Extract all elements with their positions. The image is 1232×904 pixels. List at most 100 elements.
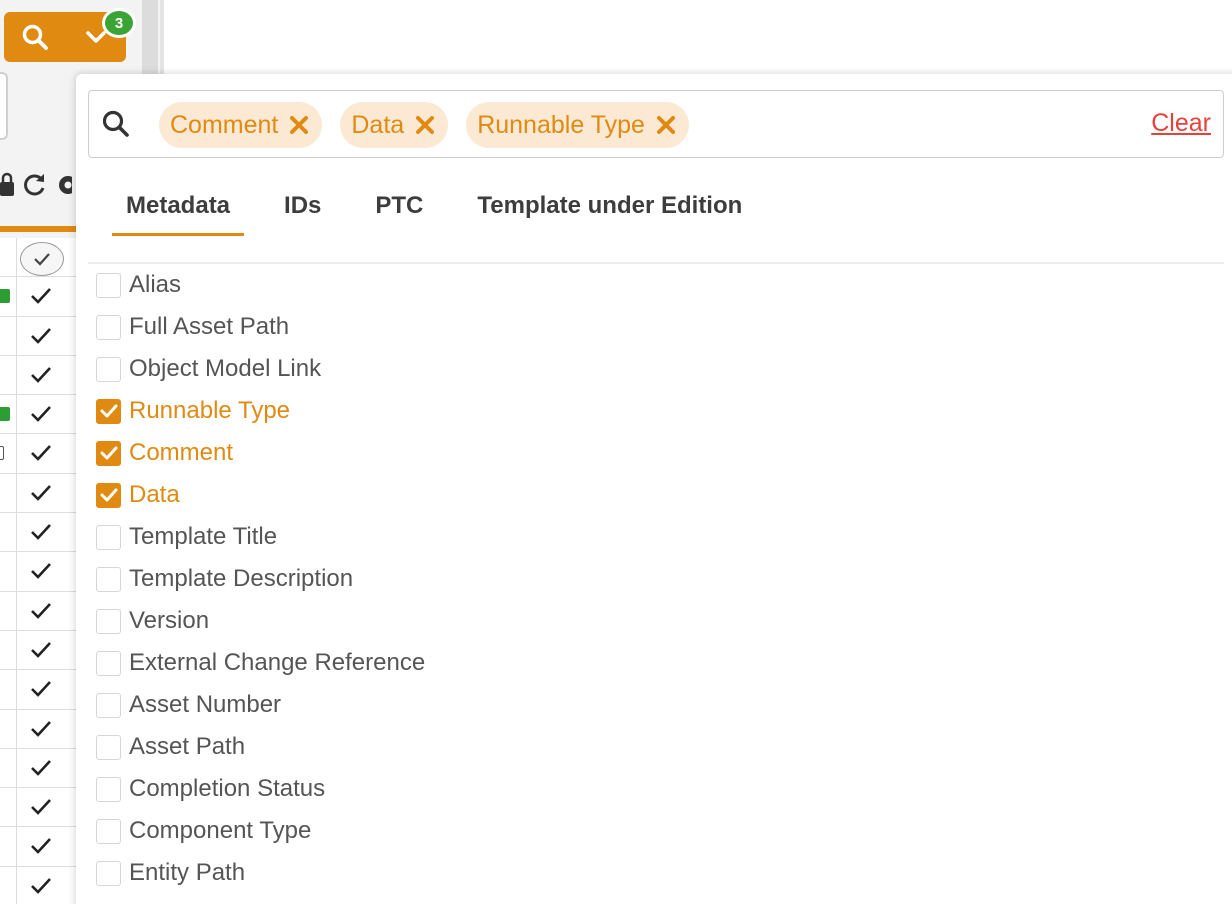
document-icon [0,446,4,461]
tab-ptc[interactable]: PTC [361,184,437,236]
chip-remove-button[interactable] [290,116,309,134]
column-option[interactable]: Object Model Link [96,348,425,390]
table-row[interactable] [0,434,80,474]
gear-icon[interactable] [54,171,72,199]
column-option[interactable]: Completion Status [96,768,425,810]
search-button[interactable] [4,12,65,62]
tab-metadata[interactable]: Metadata [112,184,245,236]
chip-runnable-type: Runnable Type [466,102,689,148]
table-row[interactable] [0,552,80,592]
option-checkbox[interactable] [96,356,121,382]
background-input[interactable] [0,72,8,140]
option-checkbox[interactable] [96,818,121,844]
column-option[interactable]: Asset Number [96,684,425,726]
check-icon [100,446,117,460]
table-row[interactable] [0,513,80,553]
select-all-checkbox[interactable] [20,242,64,276]
chip-remove-button[interactable] [656,116,675,134]
option-checkbox[interactable] [96,398,121,424]
table-row[interactable] [0,748,80,789]
table-row[interactable] [0,591,80,631]
table-row[interactable] [0,355,80,396]
option-checkbox[interactable] [96,440,121,466]
option-checkbox[interactable] [96,566,121,592]
close-icon [656,116,675,134]
option-checkbox[interactable] [96,692,121,718]
column-option[interactable]: Version [96,600,425,642]
chip-label: Runnable Type [477,110,645,139]
table-row[interactable] [0,788,80,828]
grid-header-row [0,238,80,278]
column-option[interactable]: Template Description [96,558,425,600]
column-option[interactable]: Comment [96,432,425,474]
table-row[interactable] [0,827,80,867]
option-label: Version [129,607,210,634]
column-option[interactable]: Template Title [96,516,425,558]
clear-button[interactable]: Clear [1151,109,1211,138]
table-row[interactable] [0,709,80,749]
column-option[interactable]: External Change Reference [96,642,425,684]
tab-template-under-edition[interactable]: Template under Edition [463,184,756,236]
check-icon [31,563,51,580]
background-header-underline [0,226,80,232]
option-checkbox[interactable] [96,608,121,634]
option-checkbox[interactable] [96,482,121,508]
table-row[interactable] [0,395,80,435]
status-icon [0,289,10,304]
option-checkbox[interactable] [96,776,121,802]
option-checkbox[interactable] [96,860,121,886]
option-label: Alias [129,271,182,298]
check-icon [31,367,51,383]
option-checkbox[interactable] [96,734,121,760]
table-row[interactable] [0,277,80,317]
background-grid [0,238,80,904]
check-icon [31,406,51,423]
check-icon [31,759,51,776]
column-search-toggle[interactable]: 3 [4,8,136,62]
selected-count-badge: 3 [102,8,136,38]
lock-icon[interactable] [0,172,14,198]
chip-label: Comment [170,110,279,139]
column-options-list: Alias Full Asset Path Object Model Link Run… [96,264,425,894]
column-option[interactable]: Component Type [96,810,425,852]
check-icon [31,642,51,658]
option-label: Template Description [129,565,354,592]
check-icon [31,720,51,737]
check-icon [100,404,117,418]
option-label: Component Type [129,817,312,844]
close-icon [416,116,435,134]
column-option[interactable]: Entity Path [96,852,425,894]
table-row[interactable] [0,630,80,671]
table-row[interactable] [0,473,80,514]
column-option[interactable]: Full Asset Path [96,306,425,348]
column-option[interactable]: Data [96,474,425,516]
option-label: Object Model Link [129,355,322,382]
column-option[interactable]: Alias [96,264,425,306]
column-option[interactable]: Asset Path [96,726,425,768]
chip-list: Comment Data Runnable Type [159,102,689,148]
refresh-icon[interactable] [20,171,48,199]
category-tabs: Metadata IDs PTC Template under Edition [112,184,782,236]
status-icon [0,407,10,422]
selected-columns-bar[interactable]: Comment Data Runnable Type Clear [88,90,1224,158]
check-icon [31,445,51,462]
chip-remove-button[interactable] [416,116,435,134]
table-row[interactable] [0,866,80,904]
tab-ids[interactable]: IDs [270,184,335,236]
option-label: Asset Path [129,733,246,760]
option-label: Asset Number [129,691,282,718]
option-checkbox[interactable] [96,650,121,676]
option-checkbox[interactable] [96,314,121,340]
option-label: Template Title [129,523,278,550]
chip-data: Data [340,102,449,148]
option-label: Runnable Type [129,397,291,424]
table-row[interactable] [0,316,80,356]
table-row[interactable] [0,670,80,710]
check-icon [31,484,51,501]
column-option[interactable]: Runnable Type [96,390,425,432]
option-checkbox[interactable] [96,272,121,298]
check-icon [31,799,51,816]
check-icon [31,524,51,540]
chip-label: Data [351,110,405,139]
option-checkbox[interactable] [96,524,121,550]
